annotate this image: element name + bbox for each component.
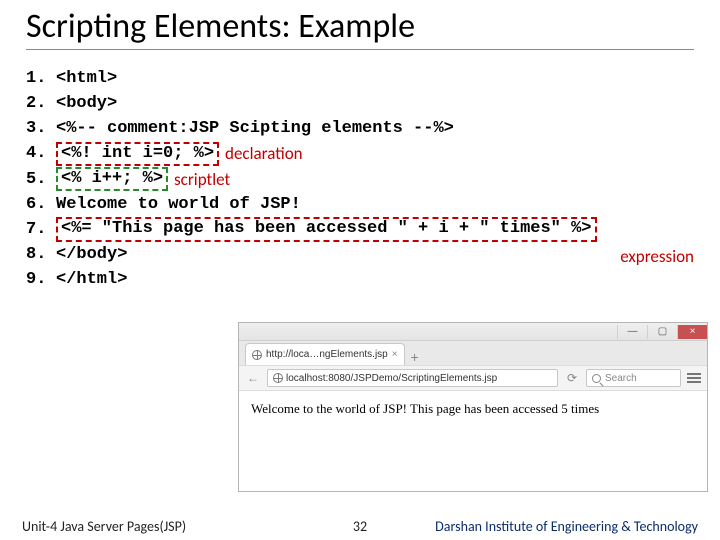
globe-icon <box>273 373 283 383</box>
declaration-box: <%! int i=0; %> <box>56 142 219 166</box>
code-line: 5.<% i++; %>scriptlet <box>26 167 694 192</box>
annot-declaration: declaration <box>225 141 303 166</box>
line-number: 7. <box>26 217 56 242</box>
annot-expression: expression <box>620 244 694 269</box>
footer-page-number: 32 <box>353 518 367 535</box>
line-number: 4. <box>26 141 56 166</box>
line-number: 1. <box>26 66 56 91</box>
code-text: <body> <box>56 91 117 116</box>
search-input[interactable]: Search <box>586 369 681 387</box>
code-text: </html> <box>56 267 127 292</box>
new-tab-button[interactable]: + <box>407 349 423 365</box>
browser-tab[interactable]: http://loca…ngElements.jsp × <box>245 343 405 365</box>
menu-icon[interactable] <box>687 373 701 383</box>
code-text: </body> <box>56 242 127 267</box>
window-minimize-button[interactable]: — <box>617 325 647 339</box>
address-bar-row: ← localhost:8080/JSPDemo/ScriptingElemen… <box>239 365 707 391</box>
window-titlebar: — ▢ × <box>239 323 707 341</box>
code-text: <%-- comment:JSP Scipting elements --%> <box>56 116 454 141</box>
line-number: 5. <box>26 167 56 192</box>
browser-page: Welcome to the world of JSP! This page h… <box>239 391 707 491</box>
tab-title: http://loca…ngElements.jsp <box>266 349 388 360</box>
footer-right: Darshan Institute of Engineering & Techn… <box>435 518 698 535</box>
window-close-button[interactable]: × <box>677 325 707 339</box>
line-number: 2. <box>26 91 56 116</box>
browser-window: — ▢ × http://loca…ngElements.jsp × + ← l… <box>238 322 708 492</box>
tab-strip: http://loca…ngElements.jsp × + <box>239 341 707 365</box>
window-maximize-button[interactable]: ▢ <box>647 325 677 339</box>
rendered-page-text: Welcome to the world of JSP! This page h… <box>251 401 599 416</box>
back-button[interactable]: ← <box>245 370 261 386</box>
code-line: 6.Welcome to world of JSP! <box>26 192 694 217</box>
code-line: 8.</body> expression <box>26 242 694 267</box>
url-text: localhost:8080/JSPDemo/ScriptingElements… <box>286 373 497 384</box>
search-icon <box>592 374 601 383</box>
search-placeholder: Search <box>605 373 637 384</box>
scriptlet-box: <% i++; %> <box>56 167 168 191</box>
page-title: Scripting Elements: Example <box>26 6 694 50</box>
annot-scriptlet: scriptlet <box>174 167 230 192</box>
slide: Scripting Elements: Example 1.<html> 2.<… <box>0 0 720 540</box>
code-line: 1.<html> <box>26 66 694 91</box>
code-line: 7.<%= "This page has been accessed " + i… <box>26 217 694 242</box>
reload-button[interactable]: ⟳ <box>564 370 580 386</box>
line-number: 9. <box>26 267 56 292</box>
footer-left: Unit-4 Java Server Pages(JSP) <box>22 518 186 535</box>
tab-close-icon[interactable]: × <box>392 349 398 360</box>
expression-box: <%= "This page has been accessed " + i +… <box>56 217 597 241</box>
line-number: 3. <box>26 116 56 141</box>
code-line: 4.<%! int i=0; %>declaration <box>26 141 694 166</box>
line-number: 6. <box>26 192 56 217</box>
code-line: 9.</html> <box>26 267 694 292</box>
address-input[interactable]: localhost:8080/JSPDemo/ScriptingElements… <box>267 369 558 387</box>
code-line: 3.<%-- comment:JSP Scipting elements --%… <box>26 116 694 141</box>
code-text: <html> <box>56 66 117 91</box>
line-number: 8. <box>26 242 56 267</box>
code-line: 2.<body> <box>26 91 694 116</box>
code-block: 1.<html> 2.<body> 3.<%-- comment:JSP Sci… <box>26 66 694 292</box>
globe-icon <box>252 350 262 360</box>
slide-footer: Unit-4 Java Server Pages(JSP) 32 Darshan… <box>0 512 720 540</box>
code-text: Welcome to world of JSP! <box>56 192 301 217</box>
